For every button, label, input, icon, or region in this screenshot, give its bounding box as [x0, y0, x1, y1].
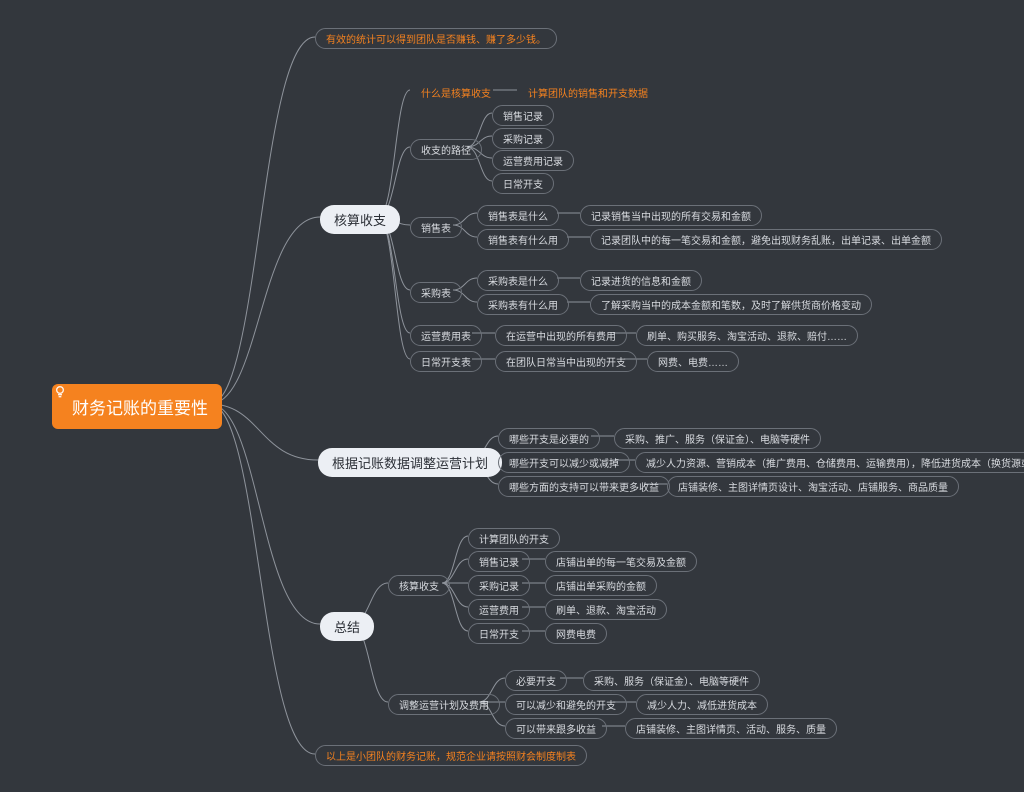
b2-a5[interactable]: 运营费用表 — [410, 325, 482, 346]
b2-a6-a[interactable]: 网费、电费…… — [647, 351, 739, 372]
b2-a5-a[interactable]: 刷单、购买服务、淘宝活动、退款、赔付…… — [636, 325, 858, 346]
b2-a1-q[interactable]: 什么是核算收支 — [410, 82, 502, 103]
b2-a4-r1a[interactable]: 记录进货的信息和金额 — [580, 270, 702, 291]
root-topic[interactable]: 财务记账的重要性 — [52, 384, 222, 429]
b4-s1-i2d[interactable]: 店铺出单采购的金额 — [545, 575, 657, 596]
b2-a3-r2a[interactable]: 记录团队中的每一笔交易和金额，避免出现财务乱账，出单记录、出单金额 — [590, 229, 942, 250]
branch-5[interactable]: 以上是小团队的财务记账，规范企业请按照财会制度制表 — [315, 745, 587, 766]
b2-a1-a[interactable]: 计算团队的销售和开支数据 — [517, 82, 659, 103]
b3-r2q[interactable]: 哪些开支可以减少或减掉 — [498, 452, 630, 473]
b4-s2-i1d[interactable]: 减少人力、减低进货成本 — [636, 694, 768, 715]
b4-s1-i0[interactable]: 计算团队的开支 — [468, 528, 560, 549]
b2-a3[interactable]: 销售表 — [410, 217, 462, 238]
b2-a3-r1a[interactable]: 记录销售当中出现的所有交易和金额 — [580, 205, 762, 226]
b2-a6[interactable]: 日常开支表 — [410, 351, 482, 372]
b2-a2-i1[interactable]: 采购记录 — [492, 128, 554, 149]
b3-r3a[interactable]: 店铺装修、主图详情页设计、淘宝活动、店铺服务、商品质量 — [667, 476, 959, 497]
b4-s1-i1[interactable]: 销售记录 — [468, 551, 530, 572]
b4-s1-i3d[interactable]: 刷单、退款、淘宝活动 — [545, 599, 667, 620]
b3-r1a[interactable]: 采购、推广、服务（保证金）、电脑等硬件 — [614, 428, 821, 449]
b2-a3-r1q[interactable]: 销售表是什么 — [477, 205, 559, 226]
b4-s1-i1d[interactable]: 店铺出单的每一笔交易及金额 — [545, 551, 697, 572]
branch-1[interactable]: 有效的统计可以得到团队是否赚钱、赚了多少钱。 — [315, 28, 557, 49]
b4-s2-i0d[interactable]: 采购、服务（保证金）、电脑等硬件 — [583, 670, 760, 691]
b2-a3-r2q[interactable]: 销售表有什么用 — [477, 229, 569, 250]
b4-s1-i4[interactable]: 日常开支 — [468, 623, 530, 644]
b4-s2[interactable]: 调整运营计划及费用 — [388, 694, 500, 715]
b2-a2-i3[interactable]: 日常开支 — [492, 173, 554, 194]
branch-3[interactable]: 根据记账数据调整运营计划 — [318, 448, 502, 477]
b2-a4[interactable]: 采购表 — [410, 282, 462, 303]
branch-2[interactable]: 核算收支 — [320, 205, 400, 234]
b3-r1q[interactable]: 哪些开支是必要的 — [498, 428, 600, 449]
b4-s2-i1[interactable]: 可以减少和避免的开支 — [505, 694, 627, 715]
b3-r3q[interactable]: 哪些方面的支持可以带来更多收益 — [498, 476, 670, 497]
b4-s1-i4d[interactable]: 网费电费 — [545, 623, 607, 644]
b4-s2-i2[interactable]: 可以带来跟多收益 — [505, 718, 607, 739]
b4-s2-i2d[interactable]: 店铺装修、主图详情页、活动、服务、质量 — [625, 718, 837, 739]
branch-4[interactable]: 总结 — [320, 612, 374, 641]
b2-a2[interactable]: 收支的路径 — [410, 139, 482, 160]
b2-a4-r1q[interactable]: 采购表是什么 — [477, 270, 559, 291]
b2-a4-r2q[interactable]: 采购表有什么用 — [477, 294, 569, 315]
b4-s1-i3[interactable]: 运营费用 — [468, 599, 530, 620]
b4-s2-i0[interactable]: 必要开支 — [505, 670, 567, 691]
b2-a2-i0[interactable]: 销售记录 — [492, 105, 554, 126]
b3-r2a[interactable]: 减少人力资源、营销成本（推广费用、仓储费用、运输费用），降低进货成本（换货源或和… — [635, 452, 1024, 473]
b2-a6-q[interactable]: 在团队日常当中出现的开支 — [495, 351, 637, 372]
root-label: 财务记账的重要性 — [72, 394, 208, 419]
b2-a5-q[interactable]: 在运营中出现的所有费用 — [495, 325, 627, 346]
b4-s1-i2[interactable]: 采购记录 — [468, 575, 530, 596]
b2-a2-i2[interactable]: 运营费用记录 — [492, 150, 574, 171]
b4-s1[interactable]: 核算收支 — [388, 575, 450, 596]
b2-a4-r2a[interactable]: 了解采购当中的成本金额和笔数，及时了解供货商价格变动 — [590, 294, 872, 315]
